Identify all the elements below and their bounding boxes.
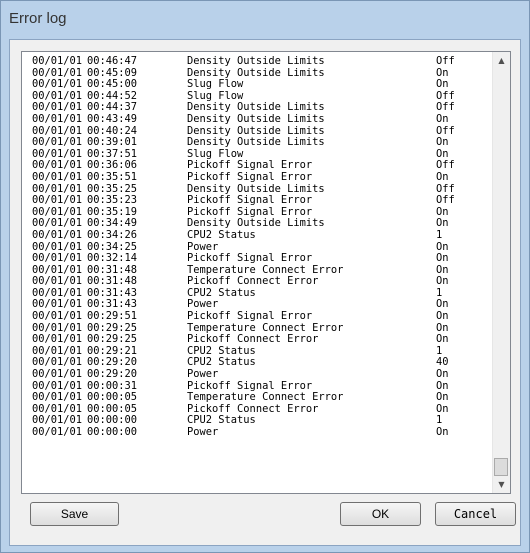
log-date: 00/01/01	[32, 252, 83, 265]
dialog-body: 00/01/01 00:46:47 Density Outside Limits Of…	[9, 39, 521, 546]
log-state: On	[436, 170, 449, 183]
log-state: On	[436, 217, 449, 230]
log-message: Density Outside Limits	[187, 55, 325, 67]
log-row[interactable]: 00/01/01 00:00:00 Power On	[32, 426, 492, 439]
log-time: 00:29:51	[87, 310, 138, 323]
log-state: On	[436, 275, 449, 288]
log-row[interactable]: 00/01/01 00:32:14 Pickoff Signal Error On	[32, 252, 492, 265]
log-state: On	[436, 310, 449, 323]
log-time: 00:46:47	[87, 55, 138, 67]
log-message: Power	[187, 426, 219, 438]
scroll-down-button[interactable]: ▼	[493, 476, 510, 493]
log-message: Pickoff Signal Error	[187, 170, 313, 183]
log-row[interactable]: 00/01/01 00:43:49 Density Outside Limits On	[32, 112, 492, 126]
log-state: 1	[436, 228, 443, 241]
log-time: 00:35:23	[87, 194, 138, 207]
log-state: On	[436, 426, 449, 438]
log-time: 00:00:00	[87, 426, 138, 438]
log-time: 00:35:51	[87, 170, 138, 183]
log-rows: 00/01/01 00:46:47 Density Outside Limits Of…	[32, 55, 492, 439]
log-date: 00/01/01	[32, 55, 83, 67]
log-message: CPU2 Status	[187, 356, 256, 369]
log-date: 00/01/01	[32, 228, 83, 241]
vertical-scrollbar[interactable]: ▲ ▼	[492, 52, 510, 493]
log-state: On	[436, 402, 449, 415]
log-message: CPU2 Status	[187, 228, 256, 241]
log-state: Off	[436, 194, 455, 207]
log-date: 00/01/01	[32, 170, 83, 183]
log-date: 00/01/01	[32, 194, 83, 207]
log-time: 00:34:26	[87, 228, 138, 241]
log-message: Pickoff Signal Error	[187, 194, 313, 207]
log-date: 00/01/01	[32, 426, 83, 438]
scroll-up-button[interactable]: ▲	[493, 52, 510, 69]
log-date: 00/01/01	[32, 368, 83, 381]
log-row[interactable]: 00/01/01 00:29:51 Pickoff Signal Error On	[32, 310, 492, 323]
log-state: On	[436, 368, 449, 381]
cancel-button[interactable]: Cancel	[435, 502, 516, 526]
log-time: 00:39:01	[87, 136, 138, 149]
scroll-down-icon: ▼	[498, 480, 505, 489]
log-row[interactable]: 00/01/01 00:39:01 Density Outside Limits On	[32, 137, 492, 149]
log-date: 00/01/01	[32, 112, 83, 125]
error-log-list[interactable]: 00/01/01 00:46:47 Density Outside Limits Of…	[21, 51, 511, 494]
scrollbar-thumb[interactable]	[494, 458, 508, 476]
log-state: On	[436, 136, 449, 149]
log-time: 00:43:49	[87, 112, 138, 125]
log-state: On	[436, 112, 449, 125]
log-row[interactable]: 00/01/01 00:34:26 CPU2 Status 1	[32, 228, 492, 242]
log-message: CPU2 Status	[187, 414, 256, 427]
log-message: Density Outside Limits	[187, 136, 325, 149]
log-date: 00/01/01	[32, 310, 83, 323]
ok-button[interactable]: OK	[340, 502, 421, 526]
title-bar[interactable]: Error log	[1, 1, 529, 39]
log-message: CPU2 Status	[187, 286, 256, 299]
log-message: Density Outside Limits	[187, 112, 325, 125]
log-row[interactable]: 00/01/01 00:35:51 Pickoff Signal Error On	[32, 170, 492, 184]
save-button[interactable]: Save	[30, 502, 119, 526]
log-row[interactable]: 00/01/01 00:35:23 Pickoff Signal Error Off	[32, 195, 492, 207]
log-state: On	[436, 252, 449, 265]
scroll-up-icon: ▲	[498, 56, 505, 65]
error-log-window: Error log 00/01/01 00:46:47 Density Outsid…	[0, 0, 530, 553]
log-state: On	[436, 333, 449, 346]
log-message: Pickoff Signal Error	[187, 252, 313, 265]
log-state: Off	[436, 55, 455, 67]
log-date: 00/01/01	[32, 136, 83, 149]
log-row[interactable]: 00/01/01 00:29:20 Power On	[32, 368, 492, 381]
log-time: 00:29:20	[87, 368, 138, 381]
log-message: Power	[187, 368, 219, 381]
log-row[interactable]: 00/01/01 00:46:47 Density Outside Limits Of…	[32, 55, 492, 68]
window-title: Error log	[9, 10, 67, 27]
log-time: 00:32:14	[87, 252, 138, 265]
log-message: Pickoff Signal Error	[187, 310, 313, 323]
